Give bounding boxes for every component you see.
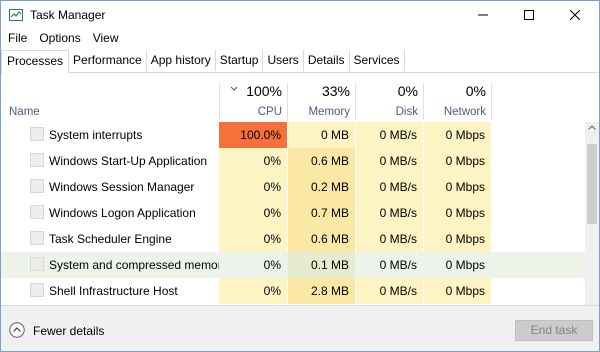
network-value: 0 Mbps bbox=[424, 226, 491, 252]
column-header-name[interactable]: Name bbox=[9, 106, 40, 118]
memory-label: Memory bbox=[308, 106, 350, 118]
cpu-value: 0% bbox=[219, 200, 287, 226]
process-name: Windows Logon Application bbox=[49, 206, 196, 220]
memory-total: 33% bbox=[321, 83, 350, 99]
disk-value: 0 MB/s bbox=[356, 226, 423, 252]
footer-bar: Fewer details End task bbox=[1, 305, 599, 351]
column-header-cpu[interactable]: 100% CPU bbox=[219, 83, 282, 120]
memory-value: 0.2 MB bbox=[288, 174, 355, 200]
disk-value: 0 MB/s bbox=[356, 174, 423, 200]
process-list: System interrupts 100.0% 0 MB 0 MB/s 0 M… bbox=[1, 122, 585, 304]
process-icon bbox=[30, 179, 44, 193]
tab-details[interactable]: Details bbox=[304, 50, 350, 71]
process-icon bbox=[30, 283, 44, 297]
memory-value: 0.1 MB bbox=[288, 252, 355, 278]
tab-bar: Processes Performance App history Startu… bbox=[1, 50, 599, 74]
disk-total: 0% bbox=[397, 83, 418, 99]
tab-processes[interactable]: Processes bbox=[1, 50, 70, 74]
disk-value: 0 MB/s bbox=[356, 200, 423, 226]
process-icon bbox=[30, 153, 44, 167]
column-header-disk[interactable]: 0% Disk bbox=[355, 83, 418, 120]
end-task-button[interactable]: End task bbox=[515, 320, 593, 341]
process-name: System interrupts bbox=[49, 128, 143, 142]
tab-app-history[interactable]: App history bbox=[147, 50, 216, 71]
network-value: 0 Mbps bbox=[424, 252, 491, 278]
task-manager-window: Task Manager File Options View Processes… bbox=[0, 0, 600, 352]
disk-label: Disk bbox=[395, 106, 418, 118]
fewer-details-link[interactable]: Fewer details bbox=[33, 324, 104, 338]
process-name: Task Scheduler Engine bbox=[49, 232, 172, 246]
process-row[interactable]: Windows Session Manager 0% 0.2 MB 0 MB/s… bbox=[1, 174, 585, 200]
process-name: Shell Infrastructure Host bbox=[49, 284, 178, 298]
process-icon bbox=[30, 205, 44, 219]
cpu-value: 0% bbox=[219, 252, 287, 278]
memory-value: 0.6 MB bbox=[288, 148, 355, 174]
menu-file[interactable]: File bbox=[1, 29, 32, 49]
vertical-scrollbar[interactable] bbox=[585, 122, 599, 305]
process-name: Windows Start-Up Application bbox=[49, 154, 208, 168]
process-row[interactable]: System and compressed memory 0% 0.1 MB 0… bbox=[1, 252, 585, 278]
maximize-icon bbox=[524, 10, 534, 20]
menu-bar: File Options View bbox=[1, 29, 124, 49]
network-total: 0% bbox=[465, 83, 486, 99]
menu-options[interactable]: Options bbox=[32, 29, 85, 49]
column-divider bbox=[491, 83, 492, 120]
cpu-value: 0% bbox=[219, 174, 287, 200]
tab-performance[interactable]: Performance bbox=[69, 50, 147, 71]
process-row[interactable]: Windows Start-Up Application 0% 0.6 MB 0… bbox=[1, 148, 585, 174]
network-value: 0 Mbps bbox=[424, 200, 491, 226]
memory-value: 0 MB bbox=[288, 122, 355, 148]
process-row[interactable]: System interrupts 100.0% 0 MB 0 MB/s 0 M… bbox=[1, 122, 585, 148]
minimize-icon bbox=[478, 14, 488, 16]
column-header-memory[interactable]: 33% Memory bbox=[287, 83, 350, 120]
process-name: System and compressed memory bbox=[49, 258, 228, 272]
scroll-up-icon[interactable] bbox=[588, 125, 596, 130]
tab-startup[interactable]: Startup bbox=[216, 50, 264, 71]
task-manager-icon bbox=[9, 9, 23, 21]
cpu-value: 0% bbox=[219, 148, 287, 174]
cpu-total: 100% bbox=[246, 83, 282, 99]
maximize-button[interactable] bbox=[506, 1, 552, 29]
memory-value: 2.8 MB bbox=[288, 278, 355, 304]
processes-panel: Name 100% CPU 33% Memory 0% Disk 0% Netw… bbox=[1, 73, 599, 305]
process-row[interactable]: Windows Logon Application 0% 0.7 MB 0 MB… bbox=[1, 200, 585, 226]
column-header-network[interactable]: 0% Network bbox=[423, 83, 486, 120]
process-icon bbox=[30, 231, 44, 245]
process-row[interactable]: Task Scheduler Engine 0% 0.6 MB 0 MB/s 0… bbox=[1, 226, 585, 252]
close-button[interactable] bbox=[552, 1, 598, 29]
cpu-label: CPU bbox=[257, 106, 282, 118]
network-label: Network bbox=[443, 106, 486, 118]
disk-value: 0 MB/s bbox=[356, 278, 423, 304]
chevron-up-circle-icon[interactable] bbox=[9, 322, 25, 338]
process-icon bbox=[30, 127, 44, 141]
memory-value: 0.7 MB bbox=[288, 200, 355, 226]
tab-services[interactable]: Services bbox=[350, 50, 405, 71]
network-value: 0 Mbps bbox=[424, 148, 491, 174]
cpu-value: 0% bbox=[219, 278, 287, 304]
network-value: 0 Mbps bbox=[424, 278, 491, 304]
tab-users[interactable]: Users bbox=[263, 50, 304, 71]
menu-view[interactable]: View bbox=[86, 29, 124, 49]
close-icon bbox=[570, 10, 580, 20]
process-row[interactable]: Shell Infrastructure Host 0% 2.8 MB 0 MB… bbox=[1, 278, 585, 304]
network-value: 0 Mbps bbox=[424, 174, 491, 200]
process-name: Windows Session Manager bbox=[49, 180, 195, 194]
disk-value: 0 MB/s bbox=[356, 148, 423, 174]
memory-value: 0.6 MB bbox=[288, 226, 355, 252]
disk-value: 0 MB/s bbox=[356, 252, 423, 278]
title-bar: Task Manager bbox=[1, 1, 599, 29]
scrollbar-thumb[interactable] bbox=[587, 144, 597, 224]
cpu-value: 100.0% bbox=[219, 122, 287, 148]
minimize-button[interactable] bbox=[460, 1, 506, 29]
process-icon bbox=[30, 257, 44, 271]
window-title: Task Manager bbox=[30, 8, 106, 22]
network-value: 0 Mbps bbox=[424, 122, 491, 148]
disk-value: 0 MB/s bbox=[356, 122, 423, 148]
cpu-value: 0% bbox=[219, 226, 287, 252]
